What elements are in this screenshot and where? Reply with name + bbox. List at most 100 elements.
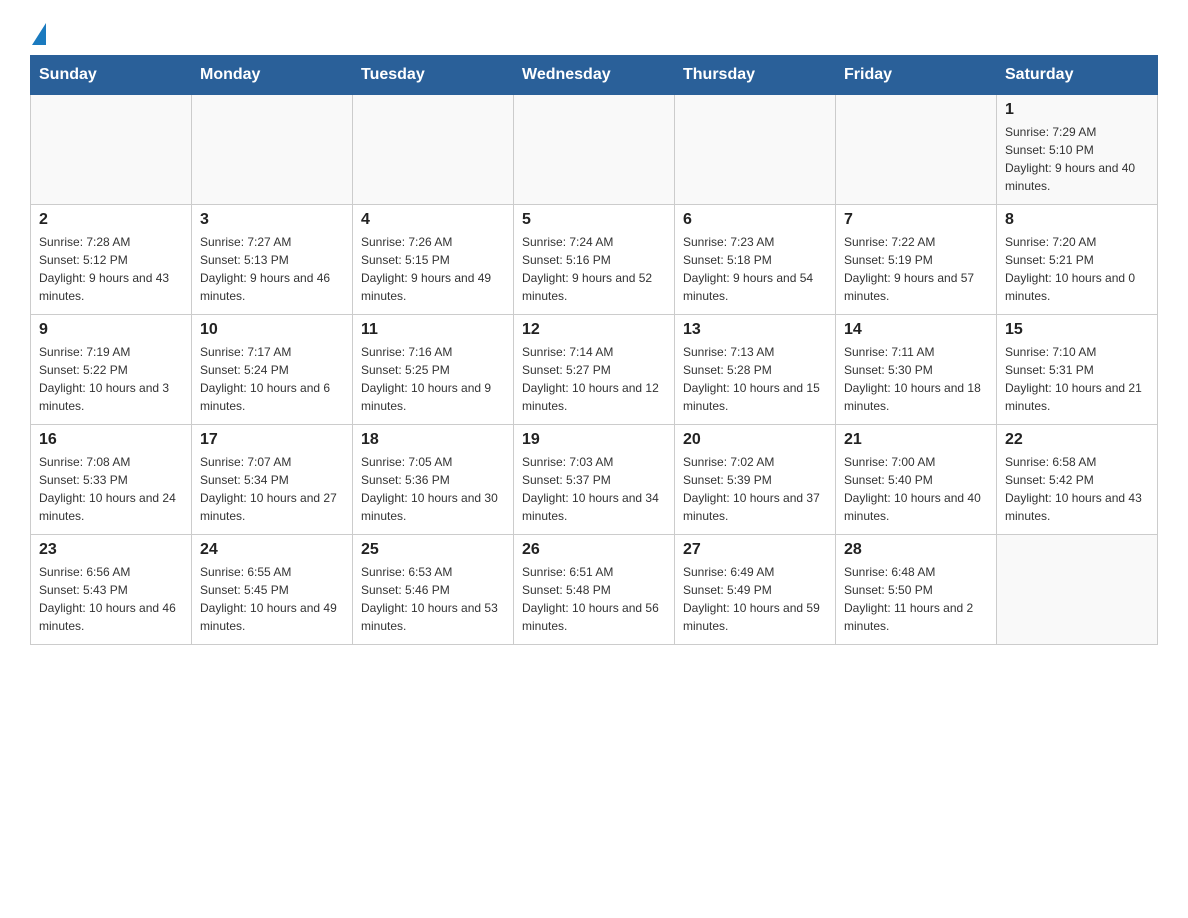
- day-info: Daylight: 10 hours and 30 minutes.: [361, 489, 505, 525]
- day-info: Daylight: 10 hours and 37 minutes.: [683, 489, 827, 525]
- day-info: Daylight: 10 hours and 43 minutes.: [1005, 489, 1149, 525]
- calendar-cell: 23Sunrise: 6:56 AMSunset: 5:43 PMDayligh…: [31, 534, 192, 644]
- calendar-cell: 11 Sunrise: 7:16 AMSunset: 5:25 PMDayligh…: [353, 314, 514, 424]
- page-header: [30, 20, 1158, 45]
- day-info: Daylight: 10 hours and 49 minutes.: [200, 599, 344, 635]
- calendar-cell: 8Sunrise: 7:20 AMSunset: 5:21 PMDaylight…: [997, 204, 1158, 314]
- calendar-cell: 15Sunrise: 7:10 AMSunset: 5:31 PMDayligh…: [997, 314, 1158, 424]
- day-info: Sunrise: 7:22 AM: [844, 233, 988, 251]
- day-info: Sunrise: 7:07 AM: [200, 453, 344, 471]
- calendar-table: Sunday Monday Tuesday Wednesday Thursday…: [30, 55, 1158, 645]
- day-number: 7: [844, 211, 988, 229]
- calendar-cell: 18Sunrise: 7:05 AMSunset: 5:36 PMDayligh…: [353, 424, 514, 534]
- day-info: Sunrise: 6:56 AM: [39, 563, 183, 581]
- day-info: Daylight: 10 hours and 27 minutes.: [200, 489, 344, 525]
- day-info: Daylight: 10 hours and 53 minutes.: [361, 599, 505, 635]
- day-info: Sunset: 5:15 PM: [361, 251, 505, 269]
- day-info: Sunrise: 7:29 AM: [1005, 123, 1149, 141]
- day-number: 4: [361, 211, 505, 229]
- calendar-cell: 16 Sunrise: 7:08 AMSunset: 5:33 PMDayligh…: [31, 424, 192, 534]
- day-info: Daylight: 10 hours and 9 minutes.: [361, 379, 505, 415]
- calendar-cell: 10Sunrise: 7:17 AMSunset: 5:24 PMDayligh…: [192, 314, 353, 424]
- day-info: Sunrise: 7:28 AM: [39, 233, 183, 251]
- day-number: 3: [200, 211, 344, 229]
- day-number: 20: [683, 431, 827, 449]
- day-info: Sunset: 5:46 PM: [361, 581, 505, 599]
- calendar-cell: 19Sunrise: 7:03 AMSunset: 5:37 PMDayligh…: [514, 424, 675, 534]
- day-info: Daylight: 9 hours and 40 minutes.: [1005, 159, 1149, 195]
- day-info: Sunrise: 7:16 AM: [361, 343, 505, 361]
- calendar-cell: 14Sunrise: 7:11 AMSunset: 5:30 PMDayligh…: [836, 314, 997, 424]
- day-info: Daylight: 10 hours and 15 minutes.: [683, 379, 827, 415]
- day-info: Sunset: 5:33 PM: [39, 471, 183, 489]
- day-info: Sunset: 5:27 PM: [522, 361, 666, 379]
- calendar-cell: 4Sunrise: 7:26 AMSunset: 5:15 PMDaylight…: [353, 204, 514, 314]
- day-info: Sunset: 5:25 PM: [361, 361, 505, 379]
- calendar-cell: 7Sunrise: 7:22 AMSunset: 5:19 PMDaylight…: [836, 204, 997, 314]
- day-info: Sunrise: 7:11 AM: [844, 343, 988, 361]
- day-info: Sunset: 5:39 PM: [683, 471, 827, 489]
- day-info: Sunrise: 6:58 AM: [1005, 453, 1149, 471]
- calendar-body: 1Sunrise: 7:29 AMSunset: 5:10 PMDaylight…: [31, 94, 1158, 644]
- day-number: 24: [200, 541, 344, 559]
- day-info: Sunrise: 6:48 AM: [844, 563, 988, 581]
- calendar-cell: 3Sunrise: 7:27 AMSunset: 5:13 PMDaylight…: [192, 204, 353, 314]
- calendar-cell: 9Sunrise: 7:19 AMSunset: 5:22 PMDaylight…: [31, 314, 192, 424]
- calendar-cell: [192, 94, 353, 204]
- calendar-cell: [31, 94, 192, 204]
- day-info: Daylight: 10 hours and 40 minutes.: [844, 489, 988, 525]
- day-info: Sunset: 5:37 PM: [522, 471, 666, 489]
- day-info: Sunset: 5:12 PM: [39, 251, 183, 269]
- day-info: Daylight: 10 hours and 21 minutes.: [1005, 379, 1149, 415]
- day-number: 2: [39, 211, 183, 229]
- day-number: 27: [683, 541, 827, 559]
- day-number: 1: [1005, 101, 1149, 119]
- day-info: Daylight: 10 hours and 12 minutes.: [522, 379, 666, 415]
- day-info: Sunrise: 7:02 AM: [683, 453, 827, 471]
- calendar-cell: 21Sunrise: 7:00 AMSunset: 5:40 PMDayligh…: [836, 424, 997, 534]
- day-info: Sunset: 5:43 PM: [39, 581, 183, 599]
- day-info: Daylight: 10 hours and 59 minutes.: [683, 599, 827, 635]
- day-number: 11: [361, 321, 505, 339]
- header-wednesday: Wednesday: [514, 55, 675, 94]
- day-info: Daylight: 10 hours and 3 minutes.: [39, 379, 183, 415]
- day-info: Sunset: 5:21 PM: [1005, 251, 1149, 269]
- day-info: Sunrise: 7:19 AM: [39, 343, 183, 361]
- header-saturday: Saturday: [997, 55, 1158, 94]
- day-number: 15: [1005, 321, 1149, 339]
- day-info: Daylight: 9 hours and 46 minutes.: [200, 269, 344, 305]
- day-number: 21: [844, 431, 988, 449]
- day-info: Sunrise: 7:23 AM: [683, 233, 827, 251]
- day-info: Daylight: 9 hours and 49 minutes.: [361, 269, 505, 305]
- calendar-cell: 20 Sunrise: 7:02 AMSunset: 5:39 PMDayligh…: [675, 424, 836, 534]
- calendar-cell: [675, 94, 836, 204]
- day-info: Daylight: 9 hours and 52 minutes.: [522, 269, 666, 305]
- calendar-cell: [353, 94, 514, 204]
- calendar-cell: 13Sunrise: 7:13 AMSunset: 5:28 PMDayligh…: [675, 314, 836, 424]
- day-info: Sunset: 5:36 PM: [361, 471, 505, 489]
- day-number: 6: [683, 211, 827, 229]
- day-info: Sunset: 5:19 PM: [844, 251, 988, 269]
- calendar-cell: 6Sunrise: 7:23 AMSunset: 5:18 PMDaylight…: [675, 204, 836, 314]
- day-number: 17: [200, 431, 344, 449]
- calendar-header: Sunday Monday Tuesday Wednesday Thursday…: [31, 55, 1158, 94]
- calendar-cell: 24Sunrise: 6:55 AMSunset: 5:45 PMDayligh…: [192, 534, 353, 644]
- day-info: Sunrise: 7:03 AM: [522, 453, 666, 471]
- calendar-week-4: 16Sunrise: 7:08 AMSunset: 5:33 PMDayligh…: [31, 424, 1158, 534]
- day-info: Daylight: 10 hours and 24 minutes.: [39, 489, 183, 525]
- day-info: Daylight: 10 hours and 0 minutes.: [1005, 269, 1149, 305]
- day-number: 23: [39, 541, 183, 559]
- day-info: Sunrise: 7:08 AM: [39, 453, 183, 471]
- header-monday: Monday: [192, 55, 353, 94]
- logo-triangle-icon: [32, 23, 46, 45]
- day-number: 12: [522, 321, 666, 339]
- day-info: Sunrise: 6:51 AM: [522, 563, 666, 581]
- day-info: Daylight: 9 hours and 43 minutes.: [39, 269, 183, 305]
- day-number: 16: [39, 431, 183, 449]
- day-info: Sunset: 5:18 PM: [683, 251, 827, 269]
- logo: [30, 20, 46, 45]
- day-info: Sunset: 5:30 PM: [844, 361, 988, 379]
- day-info: Sunset: 5:22 PM: [39, 361, 183, 379]
- day-info: Sunset: 5:16 PM: [522, 251, 666, 269]
- calendar-week-2: 2Sunrise: 7:28 AMSunset: 5:12 PMDaylight…: [31, 204, 1158, 314]
